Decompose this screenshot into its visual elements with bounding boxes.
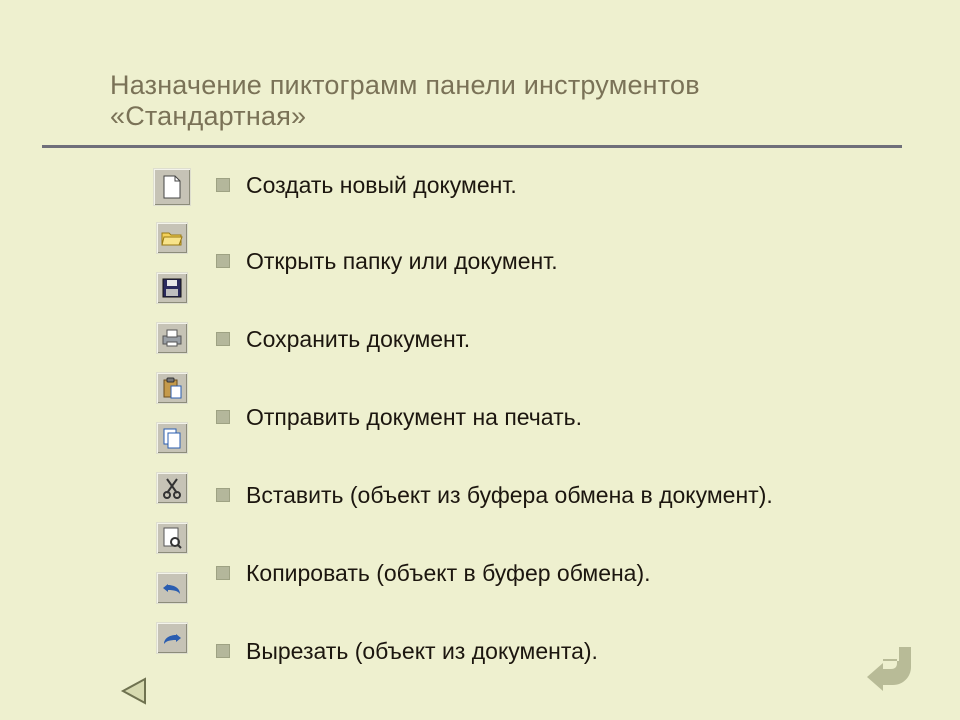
bullet-icon [216,488,230,502]
list-item: Отправить документ на печать. [216,404,896,431]
bullet-icon [216,410,230,424]
bullet-icon [216,644,230,658]
bullet-icon [216,178,230,192]
cut-icon [156,472,188,504]
open-folder-icon [156,222,188,254]
item-label: Копировать (объект в буфер обмена). [246,560,651,587]
redo-icon [156,622,188,654]
prev-slide-button[interactable] [118,674,152,708]
item-label: Создать новый документ. [246,172,517,199]
item-label: Отправить документ на печать. [246,404,582,431]
print-icon [156,322,188,354]
list-item: Копировать (объект в буфер обмена). [216,560,896,587]
list-item: Открыть папку или документ. [216,248,896,275]
save-icon [156,272,188,304]
list-item: Создать новый документ. [216,172,896,199]
item-label: Вырезать (объект из документа). [246,638,598,665]
copy-icon [156,422,188,454]
list-item: Сохранить документ. [216,326,896,353]
item-label: Сохранить документ. [246,326,470,353]
print-preview-icon [156,522,188,554]
item-label: Вставить (объект из буфера обмена в доку… [246,482,773,509]
new-document-icon [153,168,191,206]
toolbar-icons-column [152,168,192,672]
bullet-icon [216,254,230,268]
bullet-icon [216,566,230,580]
return-button[interactable] [862,636,920,694]
bullet-icon [216,332,230,346]
paste-icon [156,372,188,404]
list-item: Вставить (объект из буфера обмена в доку… [216,482,896,509]
slide-title: Назначение пиктограмм панели инструменто… [110,70,900,132]
description-list: Создать новый документ. Открыть папку ил… [216,172,896,716]
list-item: Вырезать (объект из документа). [216,638,896,665]
title-underline [42,145,902,148]
item-label: Открыть папку или документ. [246,248,558,275]
undo-icon [156,572,188,604]
